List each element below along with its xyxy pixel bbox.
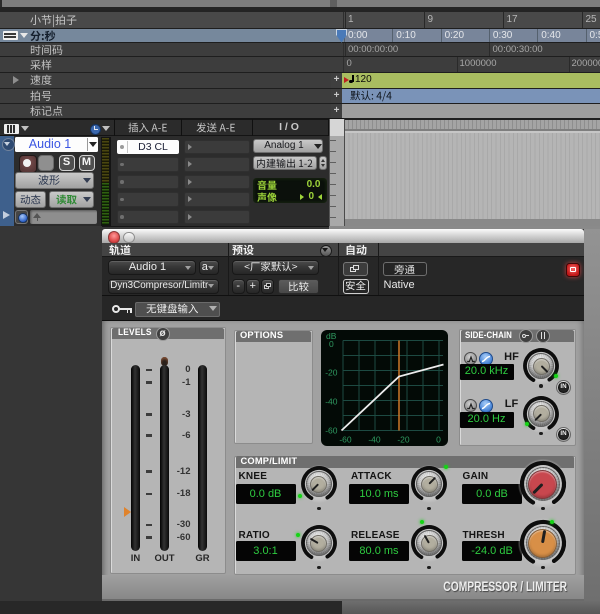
svg-text:0: 0 [329, 339, 334, 349]
svg-text:-60: -60 [339, 434, 352, 444]
svg-text:-20: -20 [397, 434, 410, 444]
svg-text:-60: -60 [325, 425, 338, 435]
svg-text:-40: -40 [368, 434, 381, 444]
svg-text:-40: -40 [325, 396, 338, 406]
svg-text:-20: -20 [325, 367, 338, 377]
